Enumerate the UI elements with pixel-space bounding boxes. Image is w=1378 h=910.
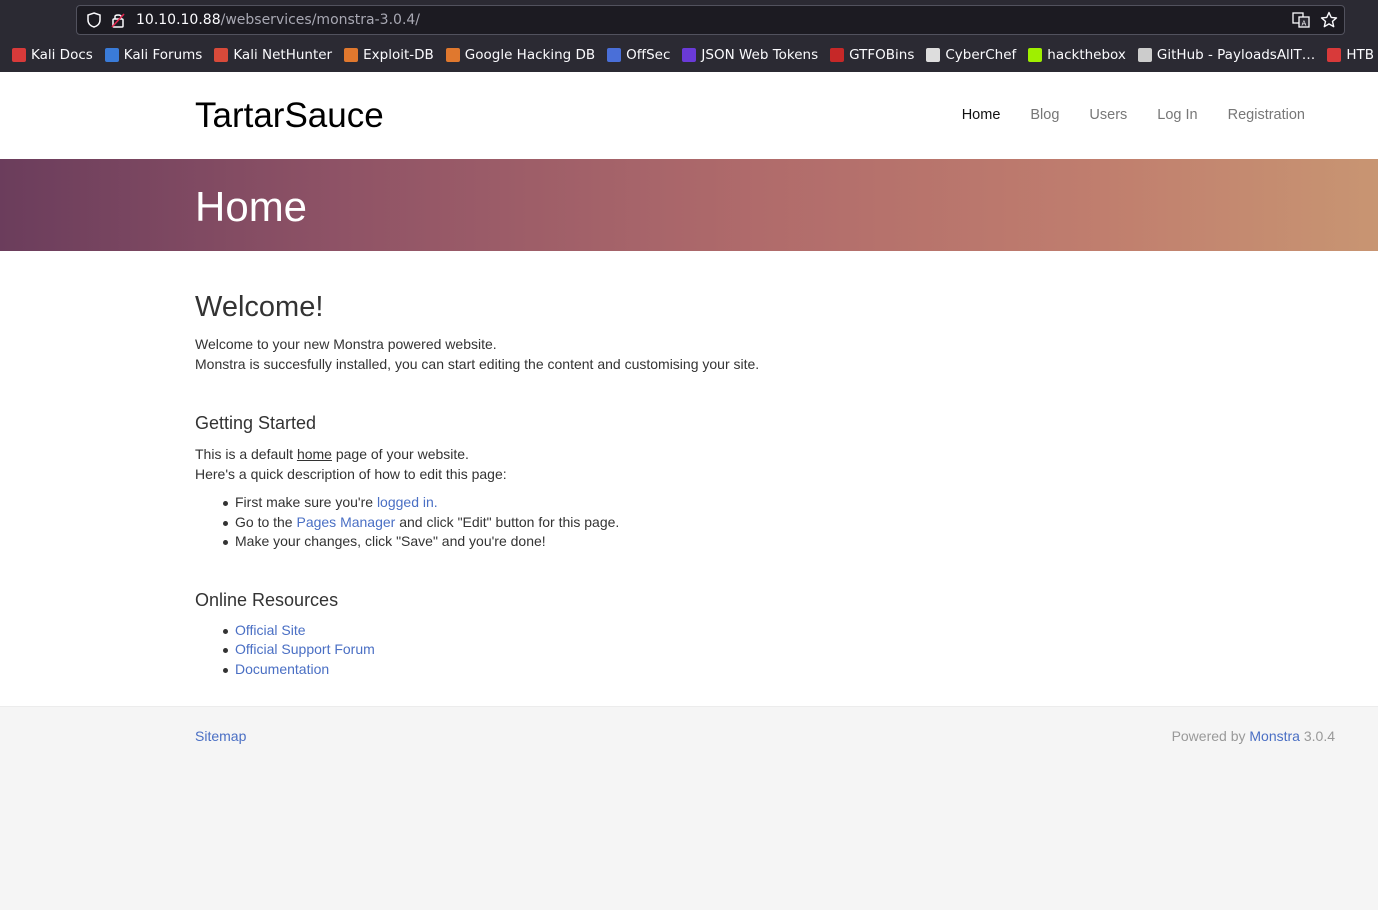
bookmark-label: CyberChef bbox=[945, 47, 1017, 63]
main-nav: Home Blog Users Log In Registration bbox=[932, 107, 1305, 123]
bookmark-item[interactable]: CyberChef bbox=[926, 47, 1016, 63]
gs-line-1-post: page of your website. bbox=[331, 446, 469, 462]
hero-banner: Home bbox=[0, 159, 1378, 251]
online-resources-section: Online Resources Official Site Official … bbox=[195, 590, 1378, 680]
official-site-link[interactable]: Official Site bbox=[235, 622, 306, 638]
insecure-lock-icon[interactable] bbox=[110, 12, 126, 28]
site-footer: Sitemap Powered by Monstra 3.0.4 bbox=[0, 706, 1378, 910]
translate-icon[interactable]: A bbox=[1292, 11, 1310, 34]
list-item: Go to the Pages Manager and click "Edit"… bbox=[195, 513, 1378, 533]
bookmark-favicon-icon bbox=[445, 48, 460, 62]
bookmark-label: Exploit-DB bbox=[363, 47, 434, 63]
bookmark-favicon-icon bbox=[104, 48, 119, 62]
step-3-text: Make your changes, click "Save" and you'… bbox=[235, 533, 546, 549]
svg-text:A: A bbox=[1302, 20, 1307, 28]
bookmark-item[interactable]: Exploit-DB bbox=[344, 47, 434, 63]
main-content: Welcome! Welcome to your new Monstra pow… bbox=[0, 251, 1378, 706]
bookmarks-toolbar: Kali Docs Kali Forums Kali NetHunter Exploi… bbox=[0, 43, 1378, 67]
steps-list: First make sure you're logged in. Go to … bbox=[195, 493, 1378, 552]
home-link[interactable]: home bbox=[297, 446, 332, 462]
bookmark-label: GTFOBins bbox=[849, 47, 915, 63]
list-item: Documentation bbox=[195, 660, 1378, 680]
nav-home[interactable]: Home bbox=[962, 107, 1001, 123]
site-navbar: TartarSauce Home Blog Users Log In Regis… bbox=[0, 72, 1378, 159]
list-item: Make your changes, click "Save" and you'… bbox=[195, 532, 1378, 552]
welcome-line-2: Monstra is succesfully installed, you ca… bbox=[195, 356, 760, 372]
page-title: Home bbox=[195, 183, 308, 230]
bookmark-item[interactable]: Kali Forums bbox=[104, 47, 203, 63]
bookmark-label: OffSec bbox=[626, 47, 671, 63]
bookmark-label: Google Hacking DB bbox=[464, 47, 596, 63]
browser-chrome: 10.10.10.88/webservices/monstra-3.0.4/ A… bbox=[0, 0, 1378, 72]
bookmark-favicon-icon bbox=[12, 48, 26, 62]
list-item: Official Support Forum bbox=[195, 640, 1378, 660]
bookmark-favicon-icon bbox=[344, 48, 359, 62]
list-item: First make sure you're logged in. bbox=[195, 493, 1378, 513]
address-bar[interactable]: 10.10.10.88/webservices/monstra-3.0.4/ A bbox=[76, 5, 1345, 35]
gs-line-1-pre: This is a default bbox=[195, 446, 297, 462]
bookmark-item[interactable]: Kali Docs bbox=[12, 47, 93, 63]
step-1-text: First make sure you're bbox=[235, 494, 377, 510]
bookmark-favicon-icon bbox=[830, 48, 845, 62]
nav-blog[interactable]: Blog bbox=[1030, 107, 1059, 123]
gs-line-2: Here's a quick description of how to edi… bbox=[195, 466, 507, 482]
monstra-link[interactable]: Monstra bbox=[1249, 728, 1300, 744]
pages-manager-link[interactable]: Pages Manager bbox=[296, 514, 395, 530]
bookmark-item[interactable]: HTB bbox=[1327, 47, 1374, 63]
getting-started-section: Getting Started This is a default home p… bbox=[195, 413, 1378, 552]
bookmark-favicon-icon bbox=[1137, 48, 1152, 62]
bookmark-label: Kali NetHunter bbox=[233, 47, 333, 63]
powered-by: Powered by Monstra 3.0.4 bbox=[1172, 728, 1335, 744]
bookmark-item[interactable]: hackthebox bbox=[1028, 47, 1126, 63]
bookmark-label: hackthebox bbox=[1047, 47, 1126, 63]
welcome-heading: Welcome! bbox=[195, 291, 324, 323]
url-host: 10.10.10.88 bbox=[136, 12, 221, 28]
nav-registration[interactable]: Registration bbox=[1228, 107, 1305, 123]
bookmark-favicon-icon bbox=[682, 48, 697, 62]
bookmark-item[interactable]: Google Hacking DB bbox=[445, 47, 596, 63]
bookmark-favicon-icon bbox=[1028, 48, 1043, 62]
nav-login[interactable]: Log In bbox=[1157, 107, 1197, 123]
web-page: TartarSauce Home Blog Users Log In Regis… bbox=[0, 72, 1378, 910]
bookmark-label: Kali Forums bbox=[123, 47, 203, 63]
resources-list: Official Site Official Support Forum Doc… bbox=[195, 621, 1378, 680]
nav-users[interactable]: Users bbox=[1089, 107, 1127, 123]
bookmark-item[interactable]: GitHub - PayloadsAllT… bbox=[1137, 47, 1316, 63]
url-text[interactable]: 10.10.10.88/webservices/monstra-3.0.4/ bbox=[136, 12, 420, 28]
shield-icon[interactable] bbox=[86, 12, 102, 28]
getting-started-heading: Getting Started bbox=[195, 413, 317, 433]
documentation-link[interactable]: Documentation bbox=[235, 661, 329, 677]
bookmark-item[interactable]: GTFOBins bbox=[830, 47, 914, 63]
welcome-section: Welcome! Welcome to your new Monstra pow… bbox=[195, 291, 1378, 374]
bookmark-item[interactable]: JSON Web Tokens bbox=[682, 47, 818, 63]
bookmark-favicon-icon bbox=[926, 48, 941, 62]
bookmark-item[interactable]: OffSec bbox=[607, 47, 670, 63]
support-forum-link[interactable]: Official Support Forum bbox=[235, 641, 375, 657]
bookmark-label: Kali Docs bbox=[31, 47, 93, 63]
bookmark-label: JSON Web Tokens bbox=[701, 47, 819, 63]
site-brand[interactable]: TartarSauce bbox=[195, 96, 384, 136]
bookmark-item[interactable]: Kali NetHunter bbox=[214, 47, 332, 63]
bookmark-label: HTB bbox=[1346, 47, 1374, 63]
welcome-line-1: Welcome to your new Monstra powered webs… bbox=[195, 336, 497, 352]
url-path: /webservices/monstra-3.0.4/ bbox=[220, 12, 421, 28]
bookmark-star-icon[interactable] bbox=[1320, 11, 1338, 34]
bookmark-favicon-icon bbox=[1327, 48, 1342, 62]
version-text: 3.0.4 bbox=[1299, 728, 1335, 744]
gs-line-1: This is a default home page of your webs… bbox=[195, 444, 1378, 464]
bookmark-favicon-icon bbox=[214, 48, 229, 62]
sitemap-link[interactable]: Sitemap bbox=[195, 728, 246, 744]
powered-by-text: Powered by bbox=[1171, 728, 1250, 744]
bookmark-label: GitHub - PayloadsAllT… bbox=[1156, 47, 1316, 63]
list-item: Official Site bbox=[195, 621, 1378, 641]
online-resources-heading: Online Resources bbox=[195, 589, 339, 610]
step-2-pre: Go to the bbox=[235, 513, 297, 530]
bookmark-favicon-icon bbox=[607, 48, 622, 62]
logged-in-link[interactable]: logged in. bbox=[377, 494, 438, 510]
step-2-post: and click "Edit" button for this page. bbox=[395, 513, 620, 530]
